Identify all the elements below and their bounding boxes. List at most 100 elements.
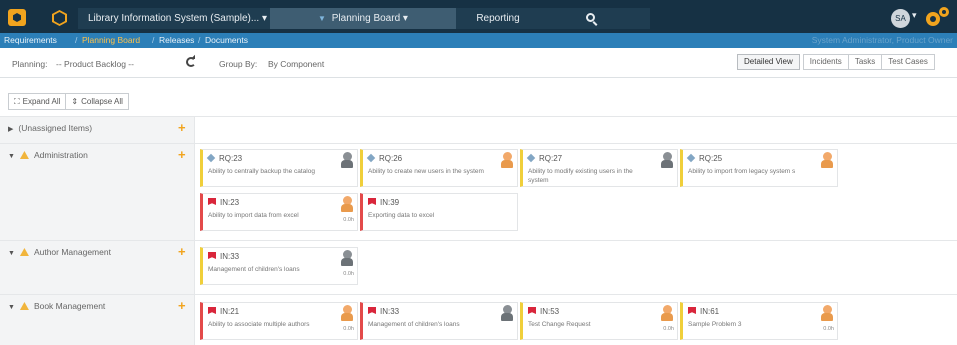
caret-right-icon: ▶ [8, 126, 14, 133]
app-logo-icon[interactable] [8, 9, 26, 26]
group-by-select[interactable]: By Component [268, 59, 324, 69]
add-item-button[interactable]: + [178, 298, 186, 313]
breadcrumb-separator: / [152, 35, 155, 45]
breadcrumb-requirements[interactable]: Requirements [4, 35, 57, 45]
card-title: Ability to import from legacy system s [688, 168, 796, 175]
row-unassigned-title[interactable]: ▶ (Unassigned Items) [8, 123, 92, 133]
row-book-management-label: Book Management [33, 301, 106, 311]
nav-reporting[interactable]: Reporting [456, 8, 540, 29]
owner-avatar-icon [500, 305, 514, 323]
requirement-icon [206, 153, 216, 163]
search-icon [586, 13, 595, 22]
view-switcher: Detailed View Incidents Tasks Test Cases [737, 54, 935, 70]
top-navbar: Library Information System (Sample)... ▾… [0, 0, 957, 33]
nav-planning-board[interactable]: ▼ Planning Board ▾ [270, 8, 456, 29]
card-id-label: IN:39 [380, 198, 400, 207]
avatar-body [341, 160, 353, 168]
card-id-label: RQ:23 [219, 154, 243, 163]
card-requirement[interactable]: RQ:25 Ability to import from legacy syst… [680, 149, 838, 187]
avatar-body [821, 313, 833, 321]
nav-reporting-label: Reporting [476, 13, 520, 24]
card-id: IN:33 [208, 252, 239, 261]
row-book-management-title[interactable]: ▼ Book Management [8, 301, 105, 311]
caret-down-icon: ▼ [8, 153, 15, 160]
breadcrumb: Requirements / Planning Board / Releases… [0, 33, 957, 48]
incident-flag-icon [208, 252, 216, 259]
breadcrumb-separator: / [198, 35, 201, 45]
row-administration-title[interactable]: ▼ Administration [8, 150, 88, 160]
row-unassigned-label: (Unassigned Items) [18, 123, 93, 133]
incident-flag-icon [528, 307, 536, 314]
expand-collapse-group: ⛶ Expand All ⇕ Collapse All [8, 93, 129, 110]
card-requirement[interactable]: RQ:27 Ability to modify existing users i… [520, 149, 678, 187]
incident-flag-icon [208, 198, 216, 205]
card-incident[interactable]: IN:33 Management of children's loans 0.0… [200, 247, 358, 285]
breadcrumb-releases[interactable]: Releases [159, 35, 194, 45]
expand-all-button[interactable]: ⛶ Expand All [8, 93, 67, 110]
card-title: Management of children's loans [208, 266, 300, 273]
card-id-label: IN:33 [380, 307, 400, 316]
card-id: IN:21 [208, 307, 239, 316]
row-author-management: ▼ Author Management + [0, 241, 195, 294]
owner-avatar-icon [500, 152, 514, 170]
card-incident[interactable]: IN:33 Management of children's loans [360, 302, 518, 340]
card-title: Ability to centrally backup the catalog [208, 168, 315, 175]
chevron-down-icon: ▾ [402, 13, 408, 24]
global-search-button[interactable] [540, 8, 650, 29]
tab-incidents[interactable]: Incidents [802, 54, 849, 70]
card-incident[interactable]: IN:61 Sample Problem 3 0.0h [680, 302, 838, 340]
user-menu-chevron-icon[interactable]: ▾ [912, 10, 917, 21]
card-id-label: IN:23 [220, 198, 240, 207]
card-incident[interactable]: IN:39 Exporting data to excel [360, 193, 518, 231]
card-estimate: 0.0h [343, 326, 354, 332]
row-administration: ▼ Administration + [0, 144, 195, 240]
card-id: RQ:26 [366, 153, 402, 163]
avatar-body [821, 160, 833, 168]
card-title: Ability to create new users in the syste… [368, 168, 484, 175]
breadcrumb-planning-board[interactable]: Planning Board [82, 35, 140, 45]
card-id: IN:33 [368, 307, 399, 316]
card-incident[interactable]: IN:21 Ability to associate multiple auth… [200, 302, 358, 340]
card-incident[interactable]: IN:23 Ability to import data from excel … [200, 193, 358, 231]
project-selector-label: Library Information System (Sample)... [88, 13, 260, 24]
add-item-button[interactable]: + [178, 120, 186, 135]
row-author-management-label: Author Management [33, 247, 111, 257]
card-id: RQ:23 [206, 153, 243, 163]
workspace-hexagon-icon[interactable] [52, 10, 67, 26]
add-item-button[interactable]: + [178, 147, 186, 162]
avatar-body [661, 313, 673, 321]
refresh-icon[interactable] [186, 57, 196, 67]
project-selector[interactable]: Library Information System (Sample)... ▾ [78, 8, 270, 29]
card-id-label: IN:33 [220, 252, 240, 261]
card-incident[interactable]: IN:53 Test Change Request 0.0h [520, 302, 678, 340]
user-avatar[interactable]: SA [891, 9, 910, 28]
owner-avatar-icon [820, 152, 834, 170]
row-book-management: ▼ Book Management + [0, 295, 195, 345]
tab-tasks[interactable]: Tasks [847, 54, 883, 70]
card-estimate: 0.0h [823, 326, 834, 332]
card-title: Ability to import data from excel [208, 212, 299, 219]
incident-flag-icon [368, 198, 376, 205]
chevron-down-icon: ▾ [261, 13, 267, 24]
breadcrumb-documents[interactable]: Documents [205, 35, 248, 45]
collapse-all-button[interactable]: ⇕ Collapse All [65, 93, 129, 110]
planning-board-icon: ▼ [318, 14, 326, 23]
component-icon [19, 248, 29, 256]
card-id: IN:61 [688, 307, 719, 316]
owner-avatar-icon [340, 152, 354, 170]
card-requirement[interactable]: RQ:26 Ability to create new users in the… [360, 149, 518, 187]
card-id-label: IN:53 [540, 307, 560, 316]
card-estimate: 0.0h [343, 271, 354, 277]
incident-flag-icon [208, 307, 216, 314]
gear-small-icon [939, 7, 949, 17]
add-item-button[interactable]: + [178, 244, 186, 259]
planning-select[interactable]: -- Product Backlog -- [56, 59, 134, 69]
card-requirement[interactable]: RQ:23 Ability to centrally backup the ca… [200, 149, 358, 187]
gears-icon[interactable] [926, 7, 950, 29]
row-author-management-title[interactable]: ▼ Author Management [8, 247, 111, 257]
card-title: Ability to modify existing users in the … [528, 168, 633, 184]
detailed-view-button[interactable]: Detailed View [737, 54, 800, 70]
tab-test-cases[interactable]: Test Cases [881, 54, 935, 70]
card-id: IN:23 [208, 198, 239, 207]
card-id-label: RQ:27 [539, 154, 563, 163]
